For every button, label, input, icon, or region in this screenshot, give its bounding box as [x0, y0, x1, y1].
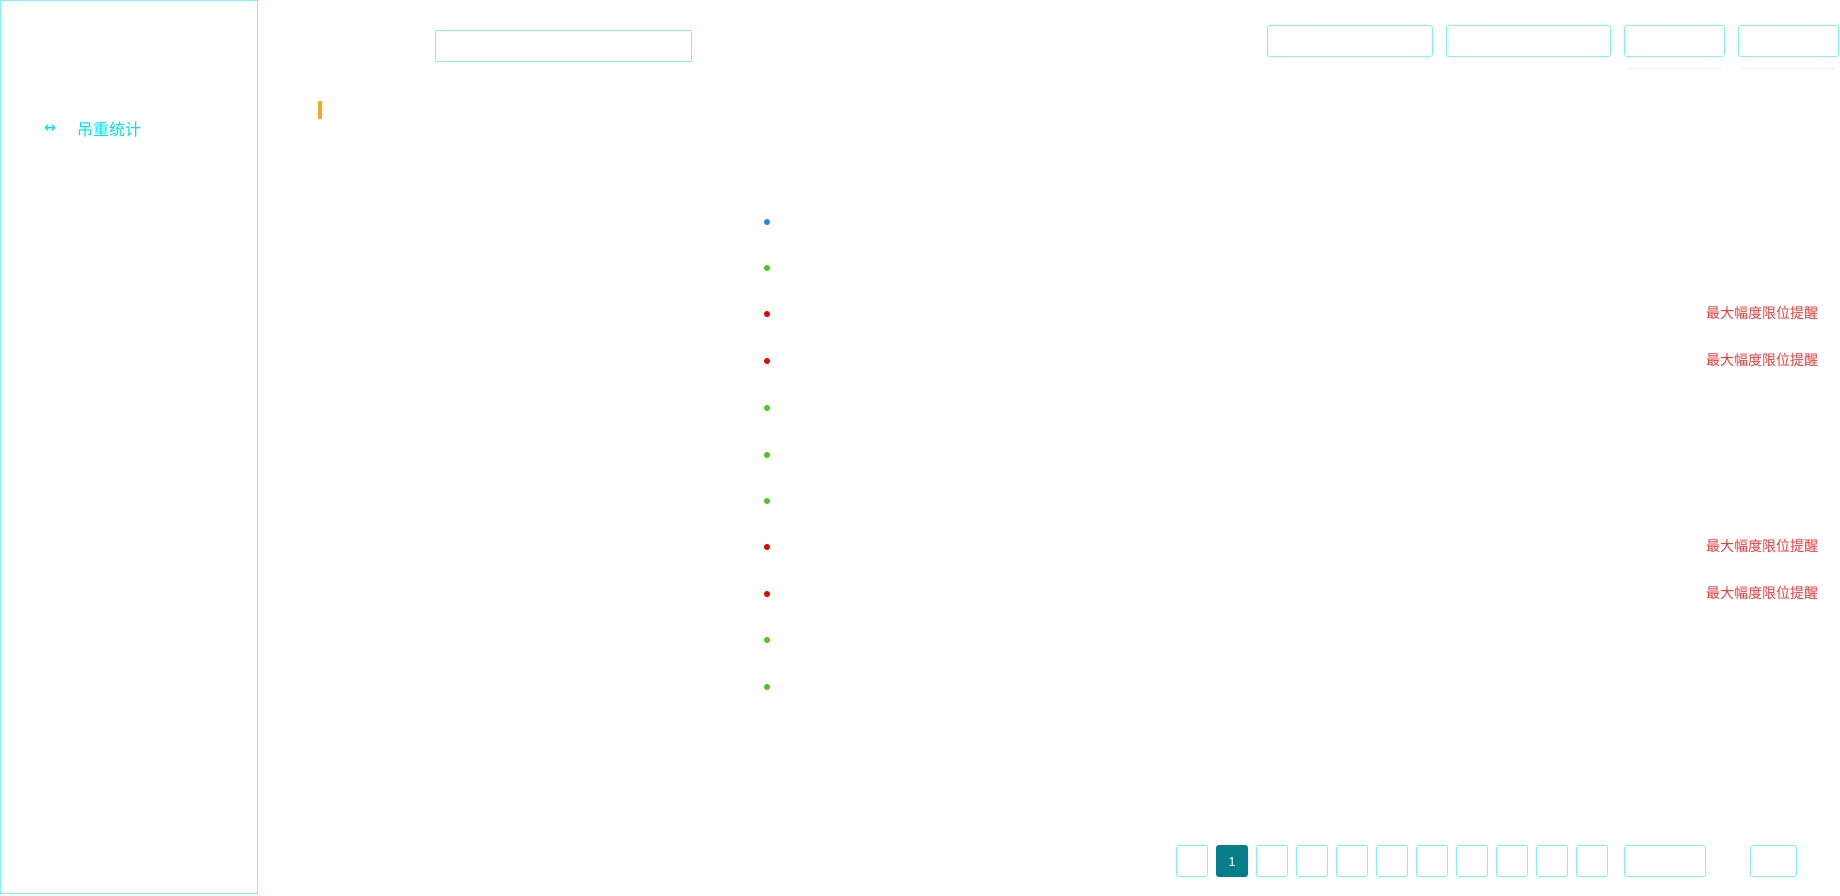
- toolbar-button-3[interactable]: [1624, 25, 1725, 57]
- pagination: 1: [0, 845, 1840, 877]
- status-dot: [764, 219, 770, 225]
- list-item: 最大幅度限位提醒: [258, 520, 1840, 574]
- divider: [1628, 68, 1721, 69]
- alarm-label: 最大幅度限位提醒: [1706, 539, 1818, 555]
- resize-horizontal-icon: ↔: [44, 120, 56, 136]
- alarm-label: 最大幅度限位提醒: [1706, 353, 1818, 369]
- status-dot: [764, 684, 770, 690]
- status-dot: [764, 591, 770, 597]
- toolbar-button-2[interactable]: [1446, 25, 1611, 57]
- page-number-button[interactable]: [1416, 845, 1448, 877]
- toolbar-button-4[interactable]: [1738, 25, 1839, 57]
- sidebar-item-lifting-statistics[interactable]: ↔ 吊重统计: [41, 116, 141, 140]
- page-size-select[interactable]: [1750, 845, 1797, 877]
- page-number-button[interactable]: [1496, 845, 1528, 877]
- page-number-button[interactable]: [1536, 845, 1568, 877]
- page-number-button[interactable]: [1376, 845, 1408, 877]
- record-list: 最大幅度限位提醒 最大幅度限位提醒 最大幅度限位提醒 最大幅度限位提醒: [258, 195, 1840, 795]
- page-jump-input[interactable]: [1624, 845, 1706, 877]
- list-item: [258, 381, 1840, 435]
- list-item: 最大幅度限位提醒: [258, 287, 1840, 341]
- status-dot: [764, 265, 770, 271]
- search-input[interactable]: [435, 30, 692, 62]
- list-item: [258, 613, 1840, 667]
- status-dot: [764, 544, 770, 550]
- sidebar-item-label: 吊重统计: [77, 120, 142, 139]
- status-dot: [764, 498, 770, 504]
- page-number-button[interactable]: [1456, 845, 1488, 877]
- alarm-label: 最大幅度限位提醒: [1706, 306, 1818, 322]
- list-item: 最大幅度限位提醒: [258, 334, 1840, 388]
- status-dot: [764, 405, 770, 411]
- page-number-button[interactable]: [1296, 845, 1328, 877]
- page-number-button[interactable]: [1256, 845, 1288, 877]
- page-number-button[interactable]: [1576, 845, 1608, 877]
- section-marker: [318, 101, 322, 119]
- status-dot: [764, 452, 770, 458]
- divider: [1742, 68, 1835, 69]
- prev-page-button[interactable]: [1176, 845, 1208, 877]
- app-page: ↔ 吊重统计 最大幅度限位提醒 最大幅度限位提醒 最大幅度限位提醒 最大幅度限位提醒 …: [0, 0, 1840, 896]
- alarm-label: 最大幅度限位提醒: [1706, 586, 1818, 602]
- page-number-button[interactable]: 1: [1216, 845, 1248, 877]
- status-dot: [764, 311, 770, 317]
- sidebar: ↔ 吊重统计: [0, 0, 258, 894]
- status-dot: [764, 637, 770, 643]
- list-item: [258, 660, 1840, 714]
- status-dot: [764, 358, 770, 364]
- toolbar-button-1[interactable]: [1267, 25, 1433, 57]
- page-number-button[interactable]: [1336, 845, 1368, 877]
